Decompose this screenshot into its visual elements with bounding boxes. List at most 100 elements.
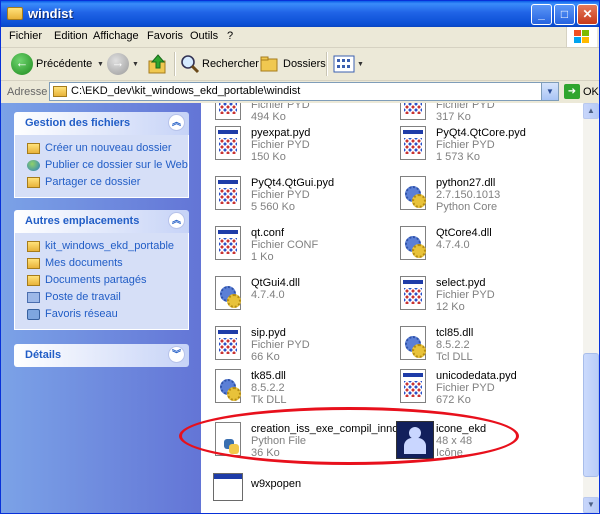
place-shared-documents[interactable]: Documents partagés [15, 272, 188, 289]
file-name: QtGui4.dll [251, 277, 300, 289]
up-folder-icon[interactable] [147, 53, 169, 75]
go-button[interactable]: OK [583, 86, 599, 98]
file-size: Python Core [436, 201, 498, 213]
toolbar-separator [326, 52, 328, 76]
menu-fichier[interactable]: Fichier [9, 30, 42, 42]
folders-button[interactable]: Dossiers [283, 58, 326, 70]
minimize-button[interactable]: _ [531, 4, 552, 25]
search-button[interactable]: Rechercher [202, 58, 259, 70]
back-button[interactable]: Précédente [36, 58, 92, 70]
task-new-folder[interactable]: Créer un nouveau dossier [15, 140, 188, 157]
menu-edition[interactable]: Edition [54, 30, 88, 42]
other-places-header[interactable]: Autres emplacements ︽ [14, 210, 189, 233]
computer-icon [27, 292, 40, 303]
file-type: Fichier PYD [436, 382, 495, 394]
folder-icon [7, 7, 23, 20]
file-type: Fichier PYD [251, 339, 310, 351]
file-size: Tk DLL [251, 394, 287, 406]
menu-outils[interactable]: Outils [190, 30, 218, 42]
pyd-file-icon [211, 103, 243, 123]
toolbar: ← Précédente ▼ → ▼ Rechercher Dossiers ▼ [1, 48, 599, 81]
forward-dropdown-icon[interactable]: ▼ [132, 61, 139, 68]
file-type: Fichier PYD [251, 189, 310, 201]
scroll-thumb[interactable] [583, 353, 599, 477]
place-network[interactable]: Favoris réseau [15, 306, 188, 323]
menu-favoris[interactable]: Favoris [147, 30, 183, 42]
file-item[interactable]: w9xpopen [211, 469, 396, 513]
file-item[interactable]: tcl85.dll 8.5.2.2 Tcl DLL [396, 325, 581, 369]
file-name: pyexpat.pyd [251, 127, 311, 139]
task-publish-web[interactable]: Publier ce dossier sur le Web [15, 157, 188, 174]
menu-help[interactable]: ? [227, 30, 233, 42]
toolbar-separator [174, 52, 176, 76]
views-icon[interactable] [333, 55, 355, 73]
file-item[interactable]: QtCore4.dll 4.7.4.0 [396, 225, 581, 269]
place-my-documents[interactable]: Mes documents [15, 255, 188, 272]
place-my-computer[interactable]: Poste de travail [15, 289, 188, 306]
file-item[interactable]: unicodedata.pyd Fichier PYD 672 Ko [396, 368, 581, 412]
dll-file-icon [396, 325, 428, 363]
file-type: Fichier PYD [436, 289, 495, 301]
file-tasks-title: Gestion des fichiers [25, 117, 131, 129]
go-arrow-icon[interactable]: ➜ [564, 84, 580, 99]
back-arrow-icon[interactable]: ← [11, 53, 33, 75]
scroll-up-icon[interactable]: ▲ [583, 103, 599, 119]
file-size: 12 Ko [436, 301, 465, 313]
file-item[interactable]: PyQt4.QtCore.pyd Fichier PYD 1 573 Ko [396, 125, 581, 169]
file-item[interactable]: select.pyd Fichier PYD 12 Ko [396, 275, 581, 319]
file-type: Fichier PYD [251, 139, 310, 151]
expand-icon[interactable]: ︾ [168, 346, 185, 363]
other-places-panel: Autres emplacements ︽ kit_windows_ekd_po… [14, 210, 189, 330]
executable-icon [211, 469, 243, 507]
address-input[interactable]: C:\EKD_dev\kit_windows_ekd_portable\wind… [49, 82, 559, 101]
file-type: Fichier PYD [251, 103, 310, 111]
file-name: qt.conf [251, 227, 285, 239]
menu-affichage[interactable]: Affichage [93, 30, 139, 42]
folder-icon [27, 241, 40, 252]
file-name: QtCore4.dll [436, 227, 492, 239]
close-button[interactable]: ✕ [577, 4, 598, 25]
file-item[interactable]: tk85.dll 8.5.2.2 Tk DLL [211, 368, 396, 412]
share-folder-icon [27, 177, 40, 188]
scroll-down-icon[interactable]: ▼ [583, 497, 599, 513]
place-parent-folder[interactable]: kit_windows_ekd_portable [15, 238, 188, 255]
maximize-button[interactable]: □ [554, 4, 575, 25]
file-type: 2.7.150.1013 [436, 189, 501, 201]
file-item[interactable]: PyQt4.QtGui.pyd Fichier PYD 5 560 Ko [211, 175, 396, 219]
title-bar[interactable]: windist _ □ ✕ [1, 1, 599, 27]
file-item[interactable]: python27.dll 2.7.150.1013 Python Core [396, 175, 581, 219]
collapse-icon[interactable]: ︽ [168, 212, 185, 229]
pyd-file-icon [211, 125, 243, 163]
details-header[interactable]: Détails ︾ [14, 344, 189, 367]
file-name: PyQt4.QtGui.pyd [251, 177, 335, 189]
pyd-file-icon [211, 175, 243, 213]
windows-flag-icon [574, 30, 589, 43]
menu-bar: Fichier Edition Affichage Favoris Outils… [1, 27, 599, 48]
file-size: 1 573 Ko [436, 151, 481, 163]
file-tasks-header[interactable]: Gestion des fichiers ︽ [14, 112, 189, 135]
new-folder-icon [27, 143, 40, 154]
details-panel: Détails ︾ [14, 344, 189, 367]
file-name: python27.dll [436, 177, 496, 189]
search-icon[interactable] [180, 54, 200, 74]
address-dropdown-icon[interactable]: ▼ [541, 83, 558, 100]
views-dropdown-icon[interactable]: ▼ [357, 61, 364, 68]
forward-arrow-icon[interactable]: → [107, 53, 129, 75]
task-pane: Gestion des fichiers ︽ Créer un nouveau … [1, 103, 201, 513]
file-type: 8.5.2.2 [251, 382, 285, 394]
pyd-file-icon [396, 103, 428, 123]
task-share-folder[interactable]: Partager ce dossier [15, 174, 188, 191]
file-type: 4.7.4.0 [251, 289, 285, 301]
collapse-icon[interactable]: ︽ [168, 114, 185, 131]
file-item[interactable]: pyexpat.pyd Fichier PYD 150 Ko [211, 125, 396, 169]
vertical-scrollbar[interactable]: ▲ ▼ [583, 103, 599, 513]
folders-icon[interactable] [260, 55, 280, 73]
file-type: 4.7.4.0 [436, 239, 470, 251]
file-item[interactable]: qt.conf Fichier CONF 1 Ko [211, 225, 396, 269]
network-icon [27, 309, 40, 320]
back-dropdown-icon[interactable]: ▼ [97, 61, 104, 68]
pyd-file-icon [211, 325, 243, 363]
pyd-file-icon [396, 275, 428, 313]
file-item[interactable]: sip.pyd Fichier PYD 66 Ko [211, 325, 396, 369]
file-item[interactable]: QtGui4.dll 4.7.4.0 [211, 275, 396, 319]
